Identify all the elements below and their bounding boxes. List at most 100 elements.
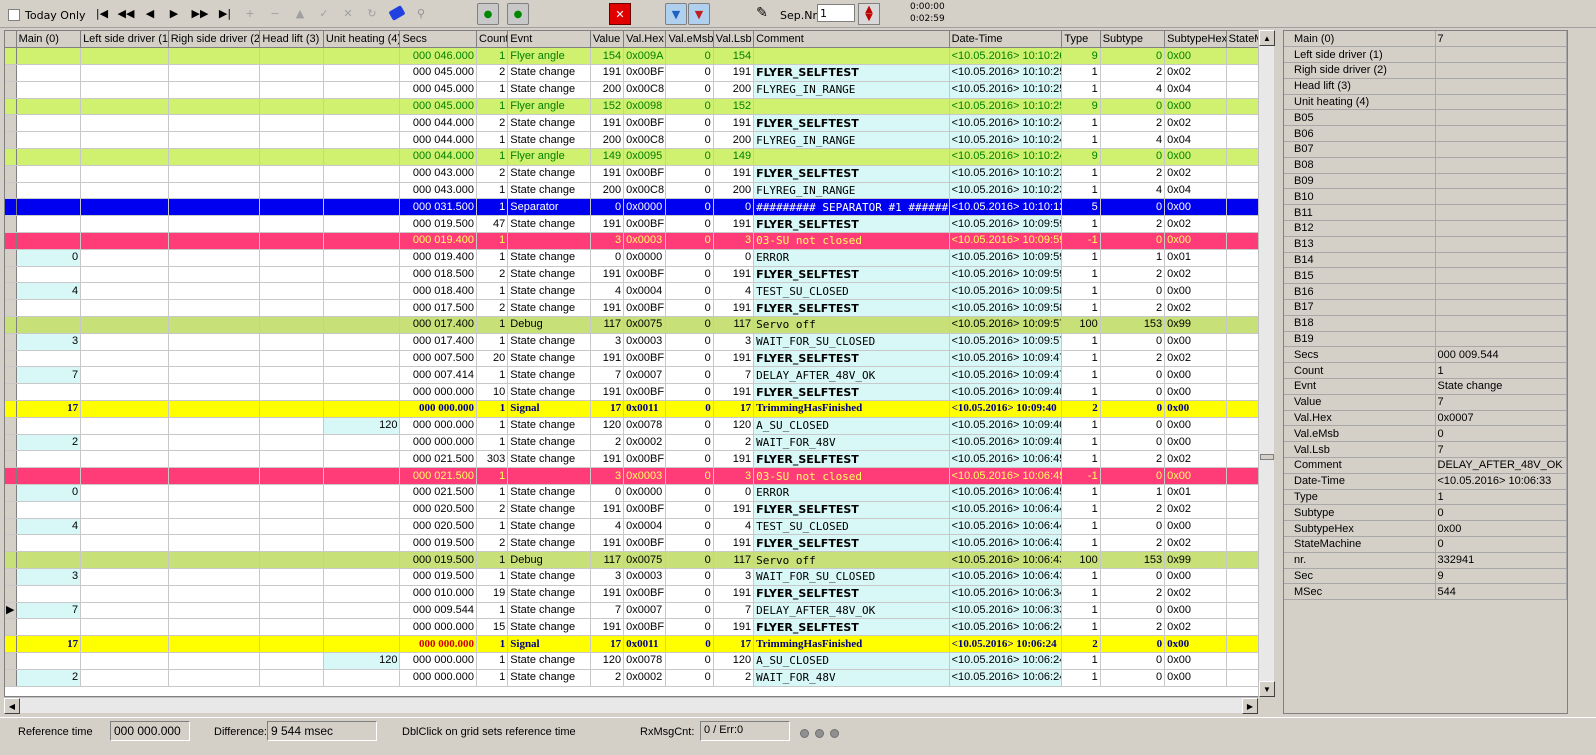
cell-count[interactable]: 1 (476, 148, 509, 166)
cell-rsd[interactable] (168, 131, 261, 150)
row-indicator[interactable] (5, 383, 17, 402)
cell-type[interactable]: 1 (1061, 131, 1101, 150)
cell-hex[interactable]: 0x0000 (623, 198, 667, 217)
cell-value[interactable]: 0 (590, 484, 625, 502)
cell-type[interactable]: 1 (1061, 299, 1101, 318)
cell-evnt[interactable]: State change (507, 249, 591, 267)
cell-hl[interactable] (259, 501, 324, 519)
cell-rsd[interactable] (168, 669, 261, 687)
row-indicator[interactable] (5, 165, 17, 183)
cell-sub[interactable]: 153 (1100, 551, 1166, 569)
cell-hl[interactable] (259, 518, 324, 536)
cell-hl[interactable] (259, 350, 324, 368)
cell-rsd[interactable] (168, 165, 261, 183)
cell-rsd[interactable] (168, 467, 261, 486)
cell-main[interactable] (16, 198, 82, 217)
cell-secs[interactable]: 000 007.500 (399, 350, 478, 368)
cell-hex[interactable]: 0x0007 (623, 602, 667, 620)
cell-shex[interactable]: 0x02 (1164, 299, 1227, 318)
cell-rsd[interactable] (168, 81, 261, 99)
detail-value[interactable]: 000 009.544 (1435, 346, 1567, 364)
cell-hl[interactable] (259, 551, 324, 569)
cell-sm[interactable] (1226, 198, 1261, 217)
cell-count[interactable]: 2 (476, 299, 509, 318)
cell-shex[interactable]: 0x04 (1164, 131, 1227, 150)
column-header[interactable]: Subtype (1100, 31, 1166, 49)
cell-sub[interactable]: 2 (1100, 299, 1166, 318)
column-header[interactable]: Unit heating (4) (323, 31, 401, 49)
cell-lsb[interactable]: 117 (713, 316, 755, 334)
cell-evnt[interactable]: State change (507, 366, 591, 385)
cell-type[interactable]: 1 (1061, 652, 1101, 670)
cell-hex[interactable]: 0x009A (623, 47, 667, 66)
cell-emsb[interactable]: 0 (665, 400, 714, 418)
cell-comment[interactable]: WAIT_FOR_48V (753, 434, 950, 452)
cell-lsd[interactable] (80, 534, 169, 553)
cell-uh[interactable] (323, 81, 401, 99)
cell-comment[interactable] (753, 47, 950, 66)
cell-sm[interactable] (1226, 417, 1261, 435)
cell-type[interactable]: 1 (1061, 585, 1101, 603)
detail-value[interactable]: 1 (1435, 362, 1567, 380)
cell-secs[interactable]: 000 017.400 (399, 333, 478, 351)
cell-lsb[interactable]: 152 (713, 98, 755, 116)
cell-sub[interactable]: 2 (1100, 350, 1166, 368)
traffic-light-green-icon[interactable]: ● (507, 3, 529, 25)
cell-sub[interactable]: 2 (1100, 165, 1166, 183)
table-row[interactable]: 000 021.500 303 State change 191 0x00BF 0 191 F… (5, 450, 1261, 469)
cell-secs[interactable]: 000 045.000 (399, 81, 478, 99)
cell-dt[interactable]: <10.05.2016> 10:06:33 (949, 602, 1063, 620)
cell-uh[interactable] (323, 266, 401, 284)
cell-value[interactable]: 191 (590, 165, 625, 183)
cell-sm[interactable] (1226, 266, 1261, 284)
cell-emsb[interactable]: 0 (665, 249, 714, 267)
cell-count[interactable]: 1 (476, 400, 509, 418)
cell-type[interactable]: 1 (1061, 484, 1101, 502)
cell-hl[interactable] (259, 618, 324, 637)
table-row[interactable]: 000 031.500 1 Separator 0 0x0000 0 0 ######### … (5, 198, 1261, 217)
cell-sub[interactable]: 0 (1100, 333, 1166, 351)
cell-lsd[interactable] (80, 98, 169, 116)
cell-type[interactable]: 9 (1061, 47, 1101, 66)
cell-sm[interactable] (1226, 501, 1261, 519)
cell-lsb[interactable]: 4 (713, 518, 755, 536)
cell-hex[interactable]: 0x00BF (623, 350, 667, 368)
cell-lsd[interactable] (80, 165, 169, 183)
table-row[interactable]: 000 019.500 2 State change 191 0x00BF 0 191 FLY… (5, 534, 1261, 553)
cell-count[interactable]: 2 (476, 165, 509, 183)
cell-emsb[interactable]: 0 (665, 333, 714, 351)
cell-value[interactable]: 120 (590, 417, 625, 435)
cell-shex[interactable]: 0x04 (1164, 182, 1227, 200)
table-row[interactable]: 000 021.500 1 3 0x0003 0 3 03-SU not closed <10… (5, 467, 1261, 486)
cell-type[interactable]: 1 (1061, 350, 1101, 368)
cell-hex[interactable]: 0x00C8 (623, 182, 667, 200)
cell-lsd[interactable] (80, 299, 169, 318)
cell-main[interactable]: 17 (16, 635, 82, 653)
cancel-icon[interactable]: ✕ (336, 3, 360, 23)
cell-emsb[interactable]: 0 (665, 551, 714, 569)
detail-value[interactable]: 0 (1435, 504, 1567, 522)
cell-shex[interactable]: 0x02 (1164, 64, 1227, 82)
cell-hex[interactable]: 0x00BF (623, 215, 667, 234)
cell-secs[interactable]: 000 010.000 (399, 585, 478, 603)
cell-main[interactable] (16, 98, 82, 116)
cell-sub[interactable]: 0 (1100, 669, 1166, 687)
cell-secs[interactable]: 000 021.500 (399, 484, 478, 502)
cell-dt[interactable]: <10.05.2016> 10:06:44 (949, 518, 1063, 536)
cell-evnt[interactable]: Debug (507, 316, 591, 334)
cell-value[interactable]: 191 (590, 266, 625, 284)
cell-sm[interactable] (1226, 282, 1261, 301)
cell-comment[interactable]: FLYREG_IN_RANGE (753, 182, 950, 200)
cell-value[interactable]: 200 (590, 182, 625, 200)
cell-evnt[interactable]: Flyer angle (507, 148, 591, 166)
cell-evnt[interactable]: State change (507, 333, 591, 351)
cell-hex[interactable]: 0x0098 (623, 98, 667, 116)
cell-count[interactable]: 1 (476, 98, 509, 116)
cell-hex[interactable]: 0x0075 (623, 551, 667, 569)
cell-lsd[interactable] (80, 669, 169, 687)
cell-value[interactable]: 2 (590, 669, 625, 687)
prev-record-icon[interactable]: ◀ (138, 3, 162, 23)
row-indicator[interactable] (5, 417, 17, 435)
cell-lsd[interactable] (80, 114, 169, 133)
cell-count[interactable]: 1 (476, 551, 509, 569)
